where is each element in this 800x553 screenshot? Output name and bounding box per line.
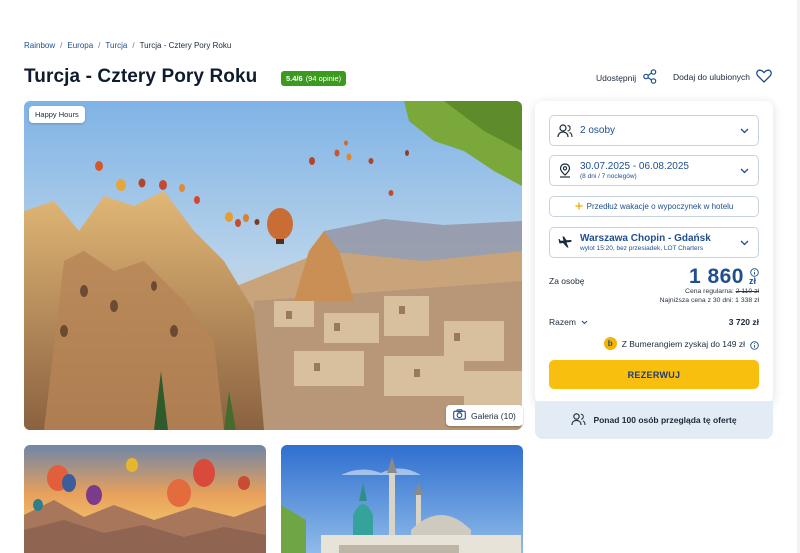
favorite-label: Dodaj do ulubionych [673, 72, 751, 82]
breadcrumb-link-rainbow[interactable]: Rainbow [24, 41, 55, 50]
reserve-button[interactable]: REZERWUJ [549, 360, 759, 389]
hero-image[interactable] [24, 101, 522, 430]
chevron-down-icon [730, 168, 758, 174]
bumerang-offer: b Z Bumerangiem zyskaj do 149 zł [603, 337, 745, 350]
dates-text: 30.07.2025 - 06.08.2025 (8 dni / 7 nocle… [580, 161, 730, 180]
flight-details: wylot 15:20, bez przesiadek, LOT Charter… [580, 245, 704, 252]
total-label: Razem [549, 317, 576, 327]
breadcrumb-current: Turcja - Cztery Pory Roku [139, 41, 232, 50]
gallery-label: Galeria (10) [471, 410, 516, 421]
total-price: 3 720 zł [728, 317, 759, 327]
persons-value: 2 osoby [580, 125, 616, 136]
chevron-down-icon [581, 317, 588, 327]
breadcrumb-separator: / [98, 41, 101, 50]
regular-price: Cena regularna: 2 110 zł [685, 288, 759, 295]
lowest-price-30-days: Najniższa cena z 30 dni: 1 338 zł [659, 297, 759, 304]
bumerang-text: Z Bumerangiem zyskaj do 149 zł [621, 338, 745, 349]
chevron-down-icon [730, 128, 758, 134]
per-person-label: Za osobę [549, 276, 585, 286]
flight-route: Warszawa Chopin - Gdańsk [580, 233, 711, 244]
camera-icon [453, 409, 466, 422]
breadcrumb-separator: / [132, 41, 135, 50]
calendar-location-icon [550, 163, 580, 178]
favorite-button[interactable]: Dodaj do ulubionych [673, 69, 772, 85]
gallery-thumbnail-mosque[interactable] [281, 445, 523, 553]
bumerang-info-icon[interactable] [750, 337, 759, 355]
total-toggle[interactable]: Razem [549, 317, 588, 327]
people-icon [571, 412, 586, 428]
breadcrumb: Rainbow / Europa / Turcja / Turcja - Czt… [24, 41, 231, 50]
rating-count: (94 opinie) [305, 74, 342, 83]
breadcrumb-link-europa[interactable]: Europa [67, 41, 93, 50]
extend-vacation-button[interactable]: Przedłuż wakacje o wypoczynek w hotelu [549, 196, 759, 217]
extend-vacation-label: Przedłuż wakacje o wypoczynek w hotelu [586, 202, 734, 211]
heart-icon [756, 69, 772, 85]
gallery-thumbnail-balloons[interactable] [24, 445, 266, 553]
breadcrumb-separator: / [60, 41, 63, 50]
rating-score: 5.4/6 [286, 74, 303, 83]
share-icon [643, 69, 657, 86]
dates-duration: (8 dni / 7 noclegów) [580, 173, 637, 180]
chevron-down-icon [730, 240, 758, 246]
price-per-person: 1 860 [688, 265, 744, 288]
viewers-text: Ponad 100 osób przegląda tę ofertę [593, 415, 737, 425]
rating-badge[interactable]: 5.4/6 (94 opinie) [281, 71, 347, 86]
share-label: Udostępnij [596, 72, 637, 83]
airplane-icon [550, 235, 580, 250]
gallery-button[interactable]: Galeria (10) [446, 405, 523, 426]
happy-hours-tag: Happy Hours [29, 106, 85, 123]
page-title: Turcja - Cztery Pory Roku [24, 66, 258, 87]
flight-text: Warszawa Chopin - Gdańsk wylot 15:20, be… [580, 233, 730, 252]
regular-price-label: Cena regularna: [685, 288, 734, 295]
share-button[interactable]: Udostępnij [596, 69, 657, 86]
viewers-notice: Ponad 100 osób przegląda tę ofertę [535, 401, 773, 439]
breadcrumb-link-turcja[interactable]: Turcja [105, 41, 127, 50]
price-info-icon[interactable] [750, 264, 759, 282]
bumerang-logo-icon: b [603, 337, 617, 350]
dates-selector[interactable]: 30.07.2025 - 06.08.2025 (8 dni / 7 nocle… [549, 155, 759, 186]
persons-icon [550, 123, 580, 138]
regular-price-value: 2 110 zł [735, 288, 759, 295]
dates-value: 30.07.2025 - 06.08.2025 [580, 161, 689, 172]
flight-selector[interactable]: Warszawa Chopin - Gdańsk wylot 15:20, be… [549, 227, 759, 258]
plus-icon [575, 202, 583, 212]
persons-selector[interactable]: 2 osoby [549, 115, 759, 146]
